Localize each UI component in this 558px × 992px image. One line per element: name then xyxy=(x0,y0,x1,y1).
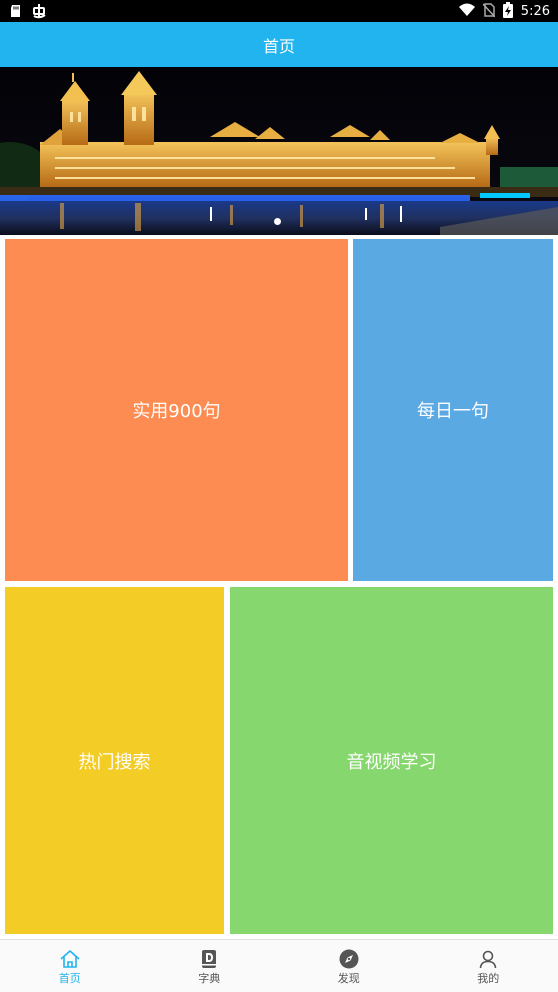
status-time: 5:26 xyxy=(520,4,550,19)
nav-label-home: 首页 xyxy=(58,972,81,985)
wifi-icon xyxy=(458,3,475,21)
banner-carousel[interactable] xyxy=(0,67,558,235)
tile-audio-video-learning[interactable]: 音视频学习 xyxy=(230,587,553,934)
tile-label: 实用900句 xyxy=(132,401,221,422)
battery-charging-icon xyxy=(502,2,513,22)
nav-item-discover[interactable]: 发现 xyxy=(279,940,419,992)
bottom-nav: 首页 字典 发现 我的 xyxy=(0,939,558,992)
nav-label-discover: 发现 xyxy=(337,972,360,985)
nav-item-home[interactable]: 首页 xyxy=(0,940,140,992)
dictionary-icon xyxy=(202,950,217,968)
tile-hot-search[interactable]: 热门搜索 xyxy=(5,587,224,934)
nav-label-dictionary: 字典 xyxy=(198,972,221,985)
bug-icon xyxy=(31,3,47,23)
night-palace-photo xyxy=(0,67,558,235)
tile-label: 每日一句 xyxy=(417,401,489,422)
nav-item-profile[interactable]: 我的 xyxy=(419,940,558,992)
carousel-indicator-dot[interactable] xyxy=(274,218,281,225)
home-icon xyxy=(60,950,80,968)
nav-label-profile: 我的 xyxy=(477,972,500,985)
tile-practical-900-phrases[interactable]: 实用900句 xyxy=(5,239,348,581)
tile-label: 音视频学习 xyxy=(346,751,437,773)
sd-card-icon xyxy=(10,4,21,22)
tile-daily-sentence[interactable]: 每日一句 xyxy=(353,239,553,581)
nav-item-dictionary[interactable]: 字典 xyxy=(140,940,280,992)
page-title: 首页 xyxy=(262,36,295,56)
no-sim-icon xyxy=(482,3,496,21)
app-screen: 5:26 首页 实用900句 每日一句 热门搜索 音视频学习 首页 字典 发现 … xyxy=(0,0,558,992)
compass-icon xyxy=(339,949,359,969)
status-bar: 5:26 xyxy=(0,0,558,22)
user-icon xyxy=(479,950,497,969)
tile-label: 热门搜索 xyxy=(78,751,151,773)
app-bar: 首页 xyxy=(0,22,558,67)
